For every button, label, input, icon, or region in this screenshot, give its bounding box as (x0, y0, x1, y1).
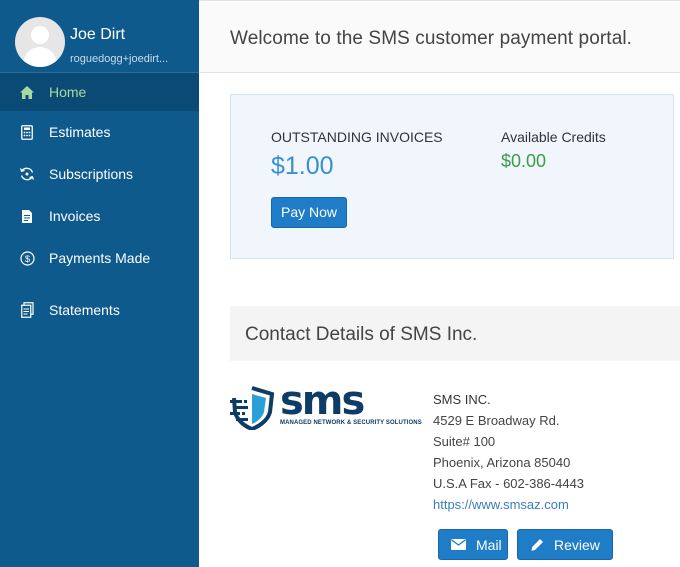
sidebar-item-estimates[interactable]: Estimates (0, 111, 199, 153)
page-title: Welcome to the SMS customer payment port… (230, 28, 633, 49)
review-button[interactable]: Review (517, 529, 613, 560)
company-name: SMS INC. (433, 392, 491, 407)
user-profile[interactable]: Joe Dirt roguedogg+joedirt... (0, 0, 199, 73)
sidebar-item-statements[interactable]: Statements (0, 289, 199, 331)
pencil-icon (530, 538, 544, 552)
sidebar-item-invoices[interactable]: Invoices (0, 195, 199, 237)
available-credits-amount: $0.00 (501, 151, 547, 171)
address-line: 4529 E Broadway Rd. (433, 413, 560, 428)
home-icon (18, 83, 36, 101)
company-logo: sms MANAGED NETWORK & SECURITY SOLUTIONS (230, 378, 422, 432)
sidebar-item-label: Invoices (49, 208, 101, 224)
statement-icon (18, 301, 36, 319)
available-credits-label: Available Credits (501, 129, 606, 145)
sidebar-item-payments-made[interactable]: $ Payments Made (0, 237, 199, 279)
sidebar-item-label: Home (49, 84, 87, 100)
svg-text:$: $ (24, 254, 29, 264)
mail-button-label: Mail (476, 536, 502, 553)
calculator-icon (18, 123, 36, 141)
sidebar-item-home[interactable]: Home (0, 73, 199, 111)
page-header: Welcome to the SMS customer payment port… (199, 0, 680, 73)
mail-button[interactable]: Mail (438, 529, 508, 560)
outstanding-invoices-amount: $1.00 (271, 152, 334, 180)
website-link[interactable]: https://www.smsaz.com (433, 497, 569, 512)
recurring-icon (18, 165, 36, 183)
shield-logo-icon (230, 386, 275, 430)
sidebar-item-label: Subscriptions (49, 166, 134, 182)
user-avatar-icon (15, 17, 65, 67)
invoice-summary-card: OUTSTANDING INVOICES $1.00 Available Cre… (230, 94, 674, 259)
review-button-label: Review (554, 536, 600, 553)
sidebar-item-label: Estimates (49, 124, 111, 140)
sidebar-nav: Home Estimates Subscriptions Invoices $ … (0, 73, 199, 331)
contact-title: Contact Details of SMS Inc. (245, 324, 478, 345)
logo-wordmark: sms (280, 378, 365, 424)
sidebar-item-label: Statements (49, 302, 120, 318)
sidebar-item-label: Payments Made (49, 250, 151, 266)
contact-section-header: Contact Details of SMS Inc. (230, 306, 680, 361)
sidebar: Joe Dirt roguedogg+joedirt... Home Estim… (0, 0, 199, 567)
user-email: roguedogg+joedirt... (70, 53, 169, 65)
fax-number: U.S.A Fax - 602-386-4443 (433, 476, 585, 491)
envelope-icon (451, 539, 466, 550)
user-name: Joe Dirt (70, 26, 126, 43)
address-line: Suite# 100 (433, 434, 496, 449)
document-icon (18, 207, 36, 225)
dollar-circle-icon: $ (18, 249, 36, 267)
logo-tagline: MANAGED NETWORK & SECURITY SOLUTIONS (280, 420, 422, 426)
address-line: Phoenix, Arizona 85040 (433, 455, 571, 470)
pay-now-button[interactable]: Pay Now (271, 197, 348, 228)
company-address: SMS INC. 4529 E Broadway Rd. Suite# 100 … (433, 389, 584, 515)
sidebar-item-subscriptions[interactable]: Subscriptions (0, 153, 199, 195)
outstanding-invoices-label: OUTSTANDING INVOICES (271, 129, 443, 145)
